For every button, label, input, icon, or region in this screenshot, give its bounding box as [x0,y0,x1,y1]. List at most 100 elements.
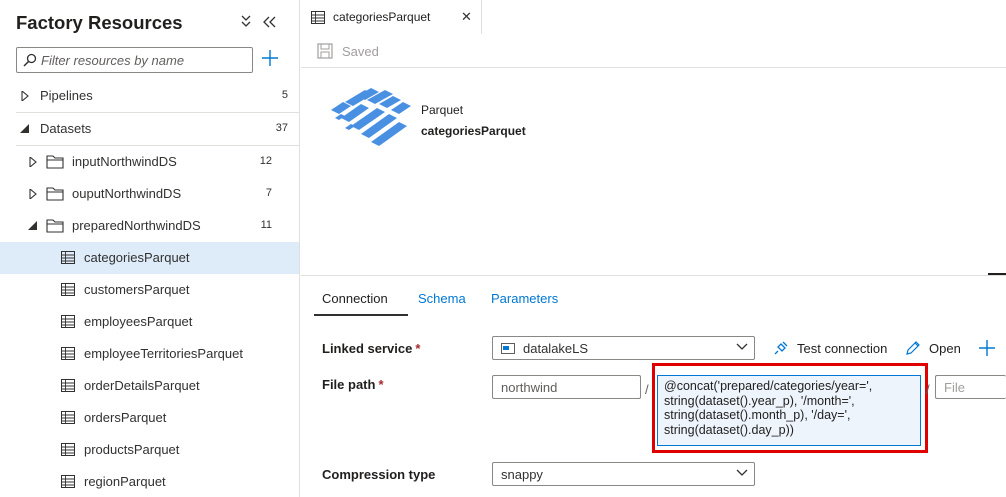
path-separator: / [926,382,930,397]
editor-tab-bar: categoriesParquet ✕ [301,0,1006,34]
tree-group-label: Datasets [40,121,92,136]
saved-status: Saved [342,44,379,59]
folder-icon [46,219,64,233]
folder-icon [46,187,64,201]
table-icon [61,379,75,392]
dataset-label: regionParquet [84,474,166,489]
tree-folder-label: ouputNorthwindDS [72,186,182,201]
collapse-all-icon[interactable] [238,14,254,32]
table-icon [61,475,75,488]
dataset-label: categoriesParquet [84,250,190,265]
dataset-label: productsParquet [84,442,180,457]
compression-type-select[interactable]: snappy [492,462,755,486]
container-input[interactable]: northwind [492,375,641,399]
compression-type-label: Compression type [322,467,436,482]
factory-resources-panel: Factory Resources Pipelines 5 Datasets 3… [0,0,300,497]
panel-title: Factory Resources [16,12,183,33]
file-path-label: File path * [322,377,384,392]
pencil-icon [906,341,920,355]
table-icon [61,411,75,424]
table-icon [311,11,325,24]
search-icon [23,53,37,67]
config-tabs: Connection Schema Parameters [314,284,1006,316]
add-resource-button[interactable] [260,49,280,71]
dataset-name: categoriesParquet [421,124,526,138]
pane-splitter[interactable] [988,273,1006,275]
storage-icon [501,343,515,354]
save-icon [317,43,333,59]
tab-categoriesparquet[interactable]: categoriesParquet ✕ [301,0,482,34]
expression-line: string(dataset().month_p), '/day=', [664,408,851,423]
table-icon [61,315,75,328]
caret-right-icon [29,157,37,167]
tab-parameters[interactable]: Parameters [491,291,558,306]
tree-folder-label: preparedNorthwindDS [72,218,201,233]
filter-resources-input[interactable] [41,51,246,69]
chevron-down-icon [736,343,748,350]
linked-service-select[interactable]: datalakeLS [492,336,755,360]
expression-line: string(dataset().day_p)) [664,422,794,437]
directory-expression-input[interactable]: @concat('prepared/categories/year=', str… [657,375,921,446]
collapse-panel-icon[interactable] [262,14,278,32]
linked-service-label: Linked service * [322,341,421,356]
tab-label: categoriesParquet [333,10,431,24]
app-window: Factory Resources Pipelines 5 Datasets 3… [0,0,1006,497]
file-name-input[interactable]: File [935,375,1006,399]
editor-toolbar: Saved [301,34,1006,68]
chevron-down-icon [736,469,748,476]
open-label: Open [929,341,961,356]
test-connection-label: Test connection [797,341,888,356]
dataset-label: orderDetailsParquet [84,378,200,393]
dataset-item-regionparquet[interactable]: regionParquet [0,466,299,497]
table-icon [61,283,75,296]
tree-folder-inputnorthwindds[interactable]: inputNorthwindDS 12 [0,146,299,178]
folder-icon [46,155,64,169]
dataset-item-customersparquet[interactable]: customersParquet [0,274,299,306]
caret-down-icon [20,124,29,133]
tree-group-count: 5 [281,89,288,101]
dataset-label: customersParquet [84,282,190,297]
caret-right-icon [21,91,29,101]
expression-line: @concat('prepared/categories/year=', [664,379,873,393]
dataset-item-employeeterritoriesparquet[interactable]: employeeTerritoriesParquet [0,338,299,370]
dataset-overview: Parquet categoriesParquet [301,68,1006,276]
tree-group-pipelines[interactable]: Pipelines 5 [16,80,300,113]
tree-folder-count: 7 [265,187,272,199]
dataset-editor: categoriesParquet ✕ Saved Parquet catego… [301,0,1006,497]
file-name-placeholder: File [944,380,965,395]
caret-right-icon [29,189,37,199]
tree-folder-preparednorthwindds[interactable]: preparedNorthwindDS 11 [0,210,299,242]
expression-line: string(dataset().year_p), '/month=', [664,393,855,408]
compression-type-value: snappy [501,467,543,482]
path-separator: / [645,382,649,397]
dataset-type: Parquet [421,103,464,117]
tab-connection[interactable]: Connection [322,291,388,306]
tree-folder-ouputnorthwindds[interactable]: ouputNorthwindDS 7 [0,178,299,210]
dataset-label: ordersParquet [84,410,167,425]
container-value: northwind [501,380,558,395]
tree-group-datasets[interactable]: Datasets 37 [16,113,300,146]
dataset-item-employeesparquet[interactable]: employeesParquet [0,306,299,338]
plus-icon [979,340,995,356]
parquet-logo-icon [331,88,411,146]
close-tab-icon[interactable]: ✕ [461,9,472,25]
linked-service-value: datalakeLS [523,341,589,356]
tree-group-count: 37 [275,122,288,134]
tree-folder-count: 12 [259,155,272,167]
tab-schema[interactable]: Schema [418,291,466,306]
dataset-label: employeeTerritoriesParquet [84,346,243,361]
tree-folder-label: inputNorthwindDS [72,154,177,169]
dataset-item-orderdetailsparquet[interactable]: orderDetailsParquet [0,370,299,402]
plug-icon [774,341,788,355]
caret-down-icon [28,221,37,230]
tree-group-label: Pipelines [40,88,93,103]
table-icon [61,443,75,456]
dataset-item-productsparquet[interactable]: productsParquet [0,434,299,466]
filter-resources-field[interactable] [16,47,253,73]
dataset-label: employeesParquet [84,314,193,329]
table-icon [61,347,75,360]
tree-folder-count: 11 [260,219,272,231]
dataset-item-categoriesparquet[interactable]: categoriesParquet [0,242,299,274]
active-tab-indicator [314,314,408,316]
dataset-item-ordersparquet[interactable]: ordersParquet [0,402,299,434]
